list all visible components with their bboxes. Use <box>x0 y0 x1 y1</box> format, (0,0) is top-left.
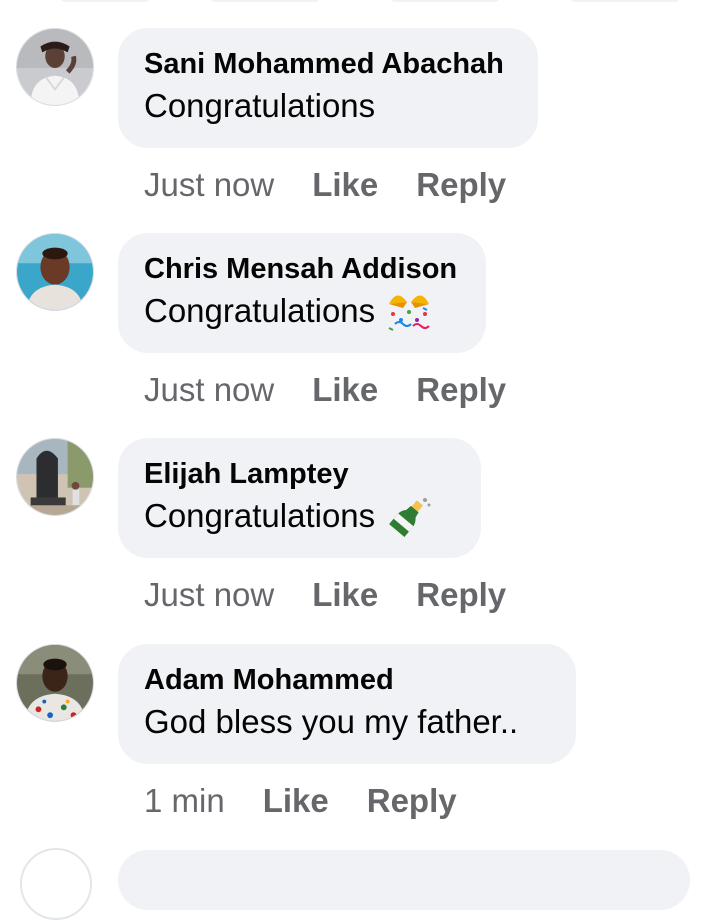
comment-text-content: God bless you my father.. <box>144 703 519 740</box>
comment-text-content: Congratulations <box>144 497 376 534</box>
avatar <box>20 848 92 920</box>
avatar[interactable] <box>16 438 94 516</box>
comment-actions: Just now Like Reply <box>144 368 506 412</box>
comment-text: Congratulations <box>144 84 512 128</box>
party-popper-icon <box>385 290 433 332</box>
avatar[interactable] <box>16 644 94 722</box>
comment-text: God bless you my father.. <box>144 700 550 744</box>
like-button[interactable]: Like <box>312 166 378 204</box>
like-button[interactable]: Like <box>263 782 329 820</box>
comment-bubble: Chris Mensah Addison Congratulations <box>118 233 486 353</box>
profile-photo-icon <box>17 29 93 105</box>
comment-text-content: Congratulations <box>144 292 376 329</box>
profile-photo-icon <box>17 645 93 721</box>
avatar[interactable] <box>16 28 94 106</box>
comment-timestamp[interactable]: 1 min <box>144 782 225 820</box>
comment-text: Congratulations <box>144 494 455 538</box>
comment-bubble: Sani Mohammed Abachah Congratulations <box>118 28 538 148</box>
comment-bubble: Adam Mohammed God bless you my father.. <box>118 644 576 764</box>
profile-photo-icon <box>17 439 93 515</box>
comment-author[interactable]: Adam Mohammed <box>144 662 550 698</box>
comment-timestamp[interactable]: Just now <box>144 371 274 409</box>
comment-author[interactable]: Sani Mohammed Abachah <box>144 46 512 82</box>
reply-button[interactable]: Reply <box>416 576 506 614</box>
reply-button[interactable]: Reply <box>367 782 457 820</box>
like-button[interactable]: Like <box>312 576 378 614</box>
profile-photo-icon <box>17 234 93 310</box>
comment-timestamp[interactable]: Just now <box>144 576 274 614</box>
comment-text: Congratulations <box>144 289 460 333</box>
comment-bubble <box>118 850 690 910</box>
like-button[interactable]: Like <box>312 371 378 409</box>
next-comment-remnant <box>0 848 720 920</box>
avatar[interactable] <box>16 233 94 311</box>
reply-button[interactable]: Reply <box>416 166 506 204</box>
comment-bubble: Elijah Lamptey Congratulations <box>118 438 481 558</box>
comment-author[interactable]: Elijah Lamptey <box>144 456 455 492</box>
comment-actions: Just now Like Reply <box>144 163 506 207</box>
champagne-bottle-icon <box>385 495 433 537</box>
comment-timestamp[interactable]: Just now <box>144 166 274 204</box>
comment-actions: Just now Like Reply <box>144 573 506 617</box>
previous-comment-actions-remnant <box>0 0 720 6</box>
comment-actions: 1 min Like Reply <box>144 779 457 823</box>
comment-author[interactable]: Chris Mensah Addison <box>144 251 460 287</box>
comment-text-content: Congratulations <box>144 87 376 124</box>
reply-button[interactable]: Reply <box>416 371 506 409</box>
